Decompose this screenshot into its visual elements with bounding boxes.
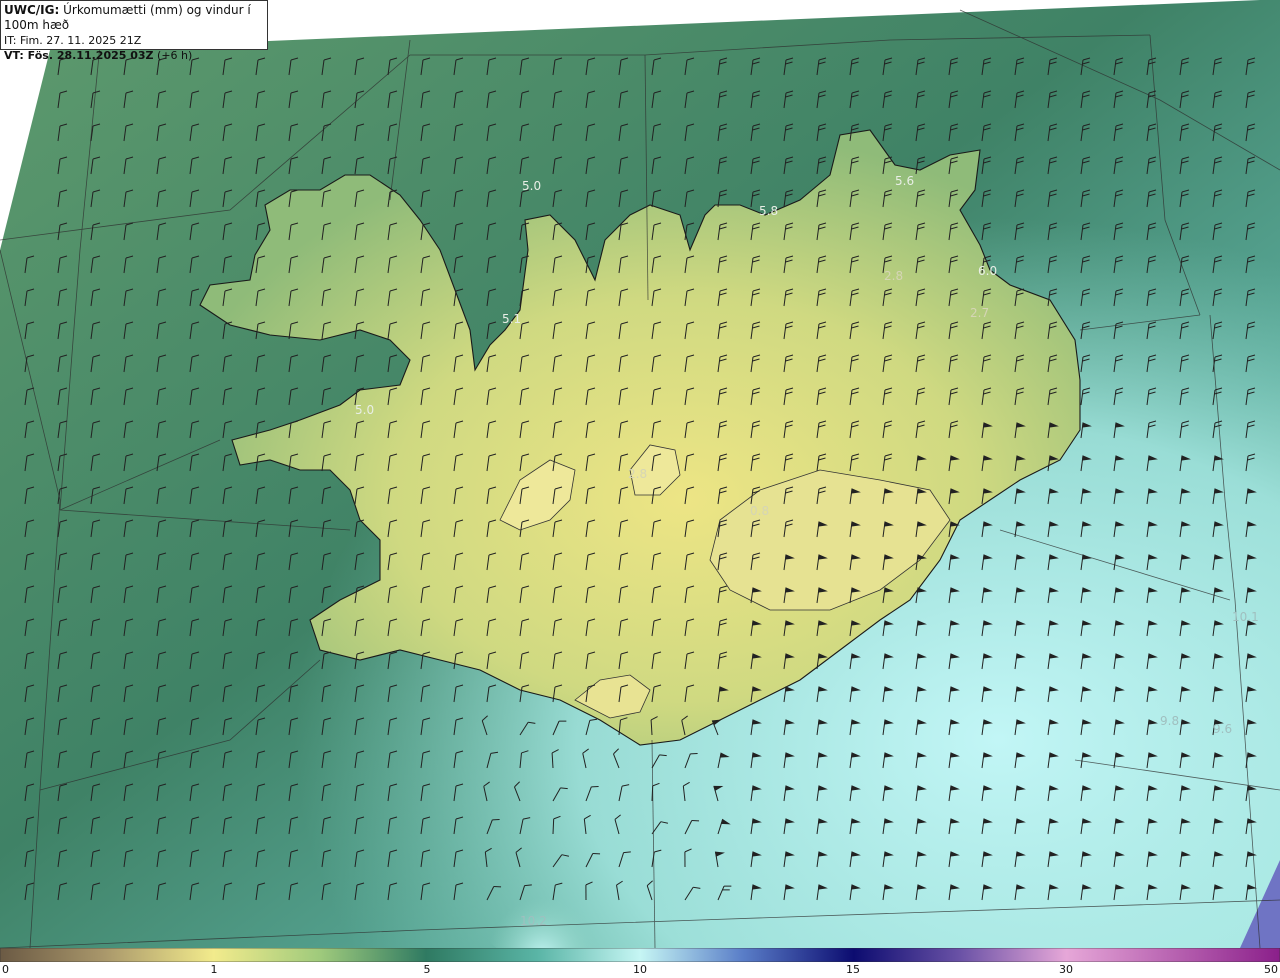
valid-time-line: VT: Fös. 28.11.2025 03Z (+6 h) <box>4 48 264 63</box>
colorbar-tick: 0 <box>2 963 9 976</box>
map-label: 5.0 <box>522 179 541 193</box>
colorbar-tick: 30 <box>1059 963 1073 976</box>
colorbar-tick: 15 <box>846 963 860 976</box>
map-label: 2.8 <box>884 269 903 283</box>
init-time: IT: Fim. 27. 11. 2025 21Z <box>4 34 142 47</box>
colorbar <box>0 948 1280 962</box>
colorbar-tick: 1 <box>210 963 218 976</box>
map-label: 2.8 <box>628 467 647 481</box>
map-label: 6.0 <box>978 264 997 278</box>
lead-time: (+6 h) <box>153 49 193 62</box>
colorbar-tick: 50 <box>1264 963 1278 976</box>
map-label: 10.1 <box>1232 610 1259 624</box>
colorbar-tick: 10 <box>633 963 647 976</box>
map-label: 0.8 <box>750 504 769 518</box>
precipitation-map[interactable]: 5.0 5.8 5.6 6.0 2.8 2.7 5.1 5.0 2.8 0.8 … <box>0 0 1280 948</box>
map-label: 5.8 <box>759 204 778 218</box>
map-label: 5.0 <box>355 403 374 417</box>
map-info-box: UWC/IG: Úrkomumætti (mm) og vindur í 100… <box>0 0 268 62</box>
map-label: 9.6 <box>1213 722 1232 736</box>
title-line: UWC/IG: Úrkomumætti (mm) og vindur í 100… <box>4 3 264 33</box>
model-name: UWC/IG: <box>4 3 60 17</box>
map-label: 10.2 <box>520 914 547 928</box>
map-label: 5.1 <box>502 312 521 326</box>
colorbar-tick: 5 <box>423 963 431 976</box>
map-label: 5.6 <box>895 174 914 188</box>
map-label: 9.8 <box>1160 714 1179 728</box>
colorbar-legend: 0 1 5 10 15 30 50 <box>0 948 1280 978</box>
valid-time: VT: Fös. 28.11.2025 03Z <box>4 49 154 62</box>
map-label: 2.7 <box>970 306 989 320</box>
